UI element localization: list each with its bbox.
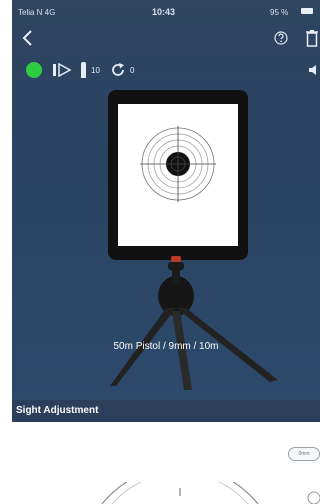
help-icon[interactable] xyxy=(274,31,288,45)
reload-icon[interactable] xyxy=(110,62,126,78)
skip-icon[interactable] xyxy=(52,63,72,77)
shot-toolbar: 10 0 xyxy=(12,58,320,82)
sound-icon[interactable] xyxy=(308,64,318,76)
status-bar: Telia N 4G 10:43 95 % xyxy=(12,0,320,22)
trash-icon[interactable] xyxy=(305,29,319,47)
section-title: Sight Adjustment xyxy=(16,405,99,416)
target-caption: 50m Pistol / 9mm / 10m xyxy=(113,341,219,352)
clock: 10:43 xyxy=(152,7,176,17)
target-board xyxy=(108,90,248,260)
battery-percent: 95 % xyxy=(270,8,289,17)
nav-bar xyxy=(12,22,320,54)
section-header: Sight Adjustment xyxy=(12,400,320,422)
target-face xyxy=(140,126,216,202)
ammo-icon xyxy=(81,62,86,78)
connection-status-icon xyxy=(26,62,42,78)
app-screen: Telia N 4G 10:43 95 % 10 0 50m Pistol / … xyxy=(0,0,320,504)
ammo-count: 10 xyxy=(91,66,100,75)
reload-count: 0 xyxy=(130,66,135,75)
battery-icon xyxy=(301,8,313,14)
back-icon[interactable] xyxy=(20,28,36,48)
carrier-label: Telia N 4G xyxy=(18,8,56,17)
target-panel: Telia N 4G 10:43 95 % 10 0 50m Pistol / … xyxy=(12,0,320,422)
unit-toggle[interactable]: 0mm xyxy=(288,447,320,461)
tripod-stand xyxy=(110,256,278,390)
target-paper xyxy=(118,104,238,246)
dial-side-knob[interactable] xyxy=(306,490,320,504)
adjustment-dial[interactable] xyxy=(80,482,280,504)
